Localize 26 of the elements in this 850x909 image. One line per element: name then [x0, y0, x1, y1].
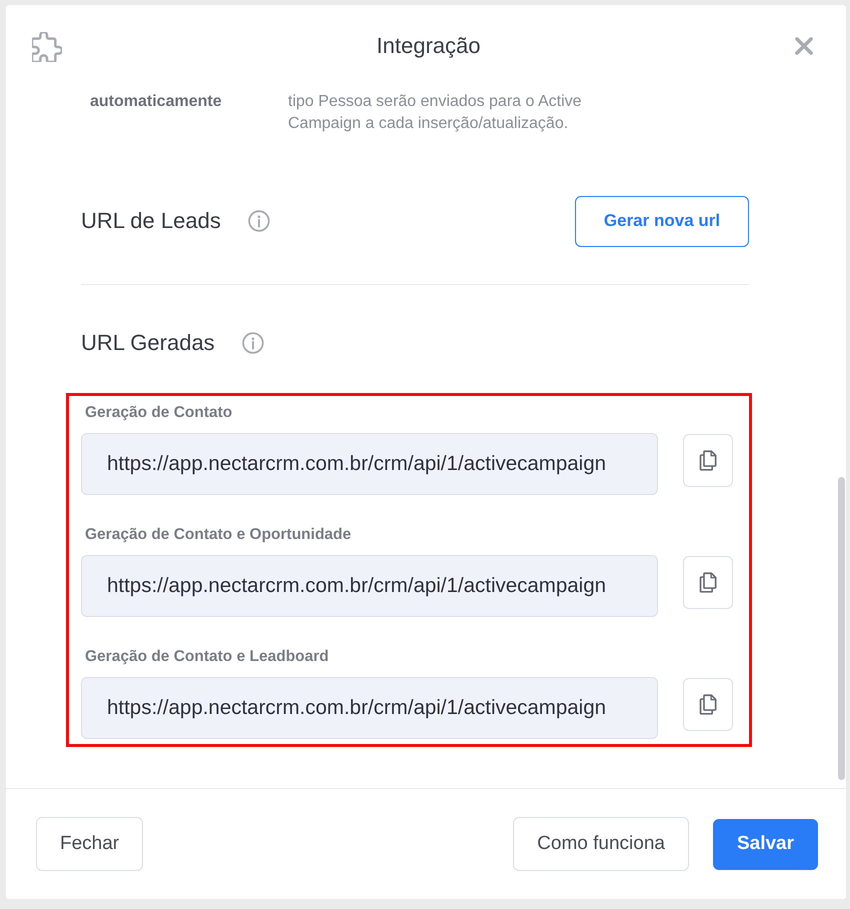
setting-label: automaticamente: [89, 92, 223, 112]
copy-icon: [698, 450, 718, 471]
url-field[interactable]: https://app.nectarcrm.com.br/crm/api/1/activecampaign: [81, 433, 658, 495]
copy-button[interactable]: [683, 556, 733, 609]
section-heading: URL de Leads: [81, 207, 221, 235]
footer-button[interactable]: Como funciona: [513, 817, 689, 871]
dialog-title: Integração: [376, 32, 482, 58]
puzzle-icon: [32, 32, 62, 62]
field-label: Geração de Contato e Leadboard: [84, 647, 330, 666]
url-field[interactable]: https://app.nectarcrm.com.br/crm/api/1/activecampaign: [81, 677, 658, 739]
setting-description: tipo Pessoa serão enviados para o Active Campaign a cada inserção/atualização.: [288, 92, 582, 134]
info-icon[interactable]: [242, 332, 264, 354]
scrollbar-thumb[interactable]: [838, 477, 845, 780]
field-label: Geração de Contato: [84, 403, 234, 422]
copy-icon: [698, 694, 718, 715]
footer-button[interactable]: Salvar: [712, 818, 818, 870]
footer-button[interactable]: Fechar: [36, 817, 144, 871]
generate-url-button[interactable]: Gerar nova url: [575, 196, 749, 246]
copy-button[interactable]: [683, 678, 733, 731]
field-label: Geração de Contato e Oportunidade: [84, 525, 352, 544]
copy-icon: [698, 572, 718, 593]
copy-button[interactable]: [683, 434, 733, 487]
info-icon[interactable]: [248, 210, 270, 232]
url-field[interactable]: https://app.nectarcrm.com.br/crm/api/1/activecampaign: [81, 555, 658, 617]
section-heading: URL Geradas: [81, 329, 215, 357]
close-icon[interactable]: [795, 37, 813, 55]
